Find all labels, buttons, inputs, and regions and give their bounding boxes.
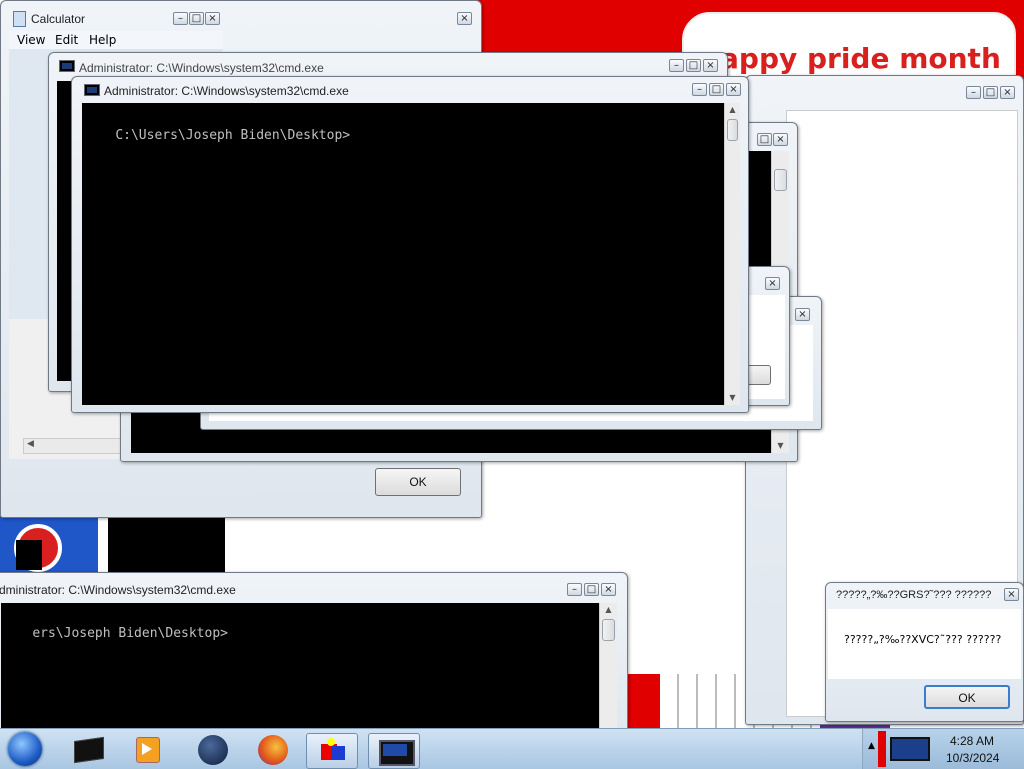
scroll-thumb[interactable] bbox=[774, 169, 787, 191]
minimize-button[interactable]: – bbox=[567, 583, 582, 596]
pride-banner-text: appy pride month bbox=[720, 42, 1001, 75]
close-button[interactable]: × bbox=[1004, 588, 1019, 601]
window-title: Calculator bbox=[31, 12, 86, 26]
window-title: Administrator: C:\Windows\system32\cmd.e… bbox=[104, 84, 349, 98]
close-button[interactable]: × bbox=[205, 12, 220, 25]
scroll-up-arrow[interactable]: ▲ bbox=[725, 103, 740, 117]
dialog-message: ?????„?‰??XVC?˜??? ?????? bbox=[844, 633, 1002, 646]
close-button[interactable]: × bbox=[457, 12, 472, 25]
minimize-button[interactable]: – bbox=[692, 83, 707, 96]
tray-red-marker bbox=[878, 731, 886, 767]
scroll-thumb[interactable] bbox=[602, 619, 615, 641]
scroll-down-arrow[interactable]: ▼ bbox=[725, 391, 740, 405]
close-button[interactable]: × bbox=[726, 83, 741, 96]
start-orb-icon[interactable] bbox=[8, 732, 42, 766]
scroll-down-arrow[interactable]: ▼ bbox=[772, 439, 789, 453]
close-button[interactable]: × bbox=[765, 277, 780, 290]
black-panel bbox=[108, 516, 225, 574]
vertical-scrollbar[interactable]: ▲ ▼ bbox=[724, 103, 740, 405]
tray-area bbox=[862, 729, 1024, 769]
menu-view[interactable]: View bbox=[17, 33, 45, 47]
window-title: dministrator: C:\Windows\system32\cmd.ex… bbox=[0, 583, 236, 597]
dialog-title: ?????„?‰??GRS?˜??? ?????? bbox=[836, 589, 992, 601]
horizontal-scrollbar[interactable]: ◀ bbox=[23, 438, 135, 454]
close-button[interactable]: × bbox=[773, 133, 788, 146]
tray-arrow-icon[interactable]: ▲ bbox=[868, 741, 875, 751]
close-button[interactable]: × bbox=[703, 59, 718, 72]
clock-date[interactable]: 10/3/2024 bbox=[946, 751, 999, 765]
ok-button[interactable]: OK bbox=[375, 468, 461, 496]
console-output[interactable]: ers\Joseph Biden\Desktop> bbox=[1, 603, 599, 743]
scroll-thumb[interactable] bbox=[727, 119, 738, 141]
window-title: Administrator: C:\Windows\system32\cmd.e… bbox=[79, 61, 324, 75]
menu-help[interactable]: Help bbox=[89, 33, 116, 47]
vertical-scrollbar[interactable]: ▲ bbox=[599, 603, 617, 743]
firefox-icon[interactable] bbox=[246, 733, 296, 767]
black-square bbox=[16, 540, 42, 570]
console-prompt: C:\Users\Joseph Biden\Desktop> bbox=[115, 128, 351, 143]
maximize-button[interactable]: □ bbox=[686, 59, 701, 72]
close-button[interactable]: × bbox=[601, 583, 616, 596]
media-player-icon[interactable] bbox=[122, 733, 172, 767]
console-output[interactable]: C:\Users\Joseph Biden\Desktop> bbox=[82, 103, 724, 405]
calculator-icon bbox=[13, 11, 26, 27]
maximize-button[interactable]: □ bbox=[757, 133, 772, 146]
minimize-button[interactable]: – bbox=[173, 12, 188, 25]
menu-bar: View Edit Help bbox=[9, 31, 223, 49]
scroll-left-arrow[interactable]: ◀ bbox=[27, 439, 34, 449]
maximize-button[interactable]: □ bbox=[584, 583, 599, 596]
taskbar: ▲ 4:28 AM 10/3/2024 bbox=[0, 728, 1024, 769]
maximize-button[interactable]: □ bbox=[709, 83, 724, 96]
terminal-icon[interactable] bbox=[62, 733, 112, 767]
dialog-ok-button[interactable]: OK bbox=[924, 685, 1010, 709]
cmd-icon bbox=[59, 60, 75, 72]
network-icon[interactable] bbox=[890, 737, 930, 761]
error-dialog[interactable]: ?????„?‰??GRS?˜??? ?????? × ?????„?‰??XV… bbox=[825, 582, 1024, 722]
console-prompt: ers\Joseph Biden\Desktop> bbox=[32, 626, 228, 641]
paint-icon[interactable] bbox=[306, 733, 358, 769]
cmd-window-front[interactable]: Administrator: C:\Windows\system32\cmd.e… bbox=[71, 76, 749, 413]
cmd-icon bbox=[84, 84, 100, 96]
maximize-button[interactable]: □ bbox=[983, 86, 998, 99]
maximize-button[interactable]: □ bbox=[189, 12, 204, 25]
minimize-button[interactable]: – bbox=[966, 86, 981, 99]
clock-time[interactable]: 4:28 AM bbox=[950, 734, 994, 748]
cmd-icon[interactable] bbox=[368, 733, 420, 769]
menu-edit[interactable]: Edit bbox=[55, 33, 78, 47]
globe-icon[interactable] bbox=[186, 733, 236, 767]
close-button[interactable]: × bbox=[795, 308, 810, 321]
scroll-up-arrow[interactable]: ▲ bbox=[600, 603, 617, 617]
close-button[interactable]: × bbox=[1000, 86, 1015, 99]
minimize-button[interactable]: – bbox=[669, 59, 684, 72]
cmd-window-bottom[interactable]: dministrator: C:\Windows\system32\cmd.ex… bbox=[0, 572, 628, 743]
